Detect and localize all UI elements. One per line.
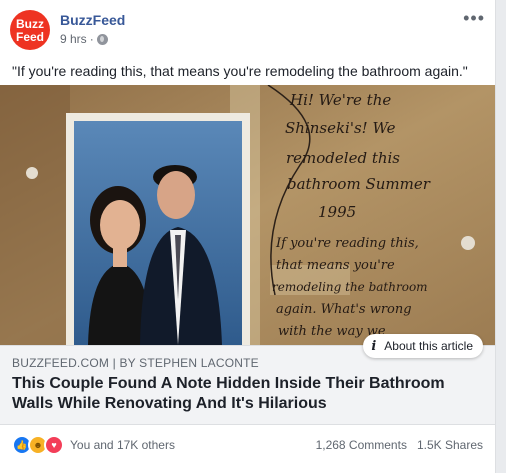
note-line-8: remodeling the bathroom — [272, 280, 428, 294]
note-line-3: remodeled this — [286, 149, 400, 167]
note-line-9: again. What's wrong — [276, 302, 412, 317]
note-line-4: bathroom Summer — [287, 175, 431, 193]
comments-count[interactable]: 1,268 Comments — [316, 438, 407, 452]
about-article-button[interactable]: i About this article — [363, 334, 483, 358]
note-line-6: If you're reading this, — [275, 236, 419, 251]
love-reaction-icon: ♥ — [44, 435, 64, 455]
info-icon: i — [371, 338, 377, 354]
link-title[interactable]: This Couple Found A Note Hidden Inside T… — [12, 374, 482, 414]
post-footer: 👍 ☻ ♥ You and 17K others 1,268 Comments … — [12, 434, 483, 456]
avatar-text-bottom: Feed — [15, 30, 44, 44]
note-line-2: Shinseki's! We — [285, 119, 396, 137]
link-source: BUZZFEED.COM | BY STEPHEN LACONTE — [12, 356, 259, 370]
note-line-7: that means you're — [276, 258, 395, 273]
meta-separator: · — [89, 32, 94, 46]
post-photo[interactable]: Hi! We're the Shinseki's! We remodeled t… — [0, 85, 495, 345]
link-preview[interactable]: i About this article BUZZFEED.COM | BY S… — [0, 334, 495, 425]
page-avatar[interactable]: Buzz Feed — [10, 10, 50, 50]
reactions-count[interactable]: You and 17K others — [70, 438, 175, 452]
shares-count[interactable]: 1.5K Shares — [417, 438, 483, 452]
post-time[interactable]: 9 hrs — [60, 32, 87, 46]
page-name-link[interactable]: BuzzFeed — [60, 12, 125, 28]
globe-icon — [96, 33, 108, 45]
post-caption: "If you're reading this, that means you'… — [12, 63, 468, 79]
about-article-label: About this article — [384, 339, 473, 353]
post-stats: 1,268 Comments 1.5K Shares — [316, 438, 483, 452]
note-line-1: Hi! We're the — [289, 91, 391, 109]
more-options-icon[interactable]: ••• — [463, 8, 485, 29]
avatar-text-top: Buzz — [16, 17, 44, 31]
post-meta: 9 hrs · — [60, 32, 108, 46]
post-header: Buzz Feed BuzzFeed 9 hrs · ••• — [10, 8, 485, 50]
reaction-icons[interactable]: 👍 ☻ ♥ — [12, 435, 64, 455]
note-line-5: 1995 — [318, 203, 356, 221]
post-card: Buzz Feed BuzzFeed 9 hrs · ••• "If you'r… — [0, 0, 496, 473]
photo-illustration: Hi! We're the Shinseki's! We remodeled t… — [0, 85, 495, 345]
